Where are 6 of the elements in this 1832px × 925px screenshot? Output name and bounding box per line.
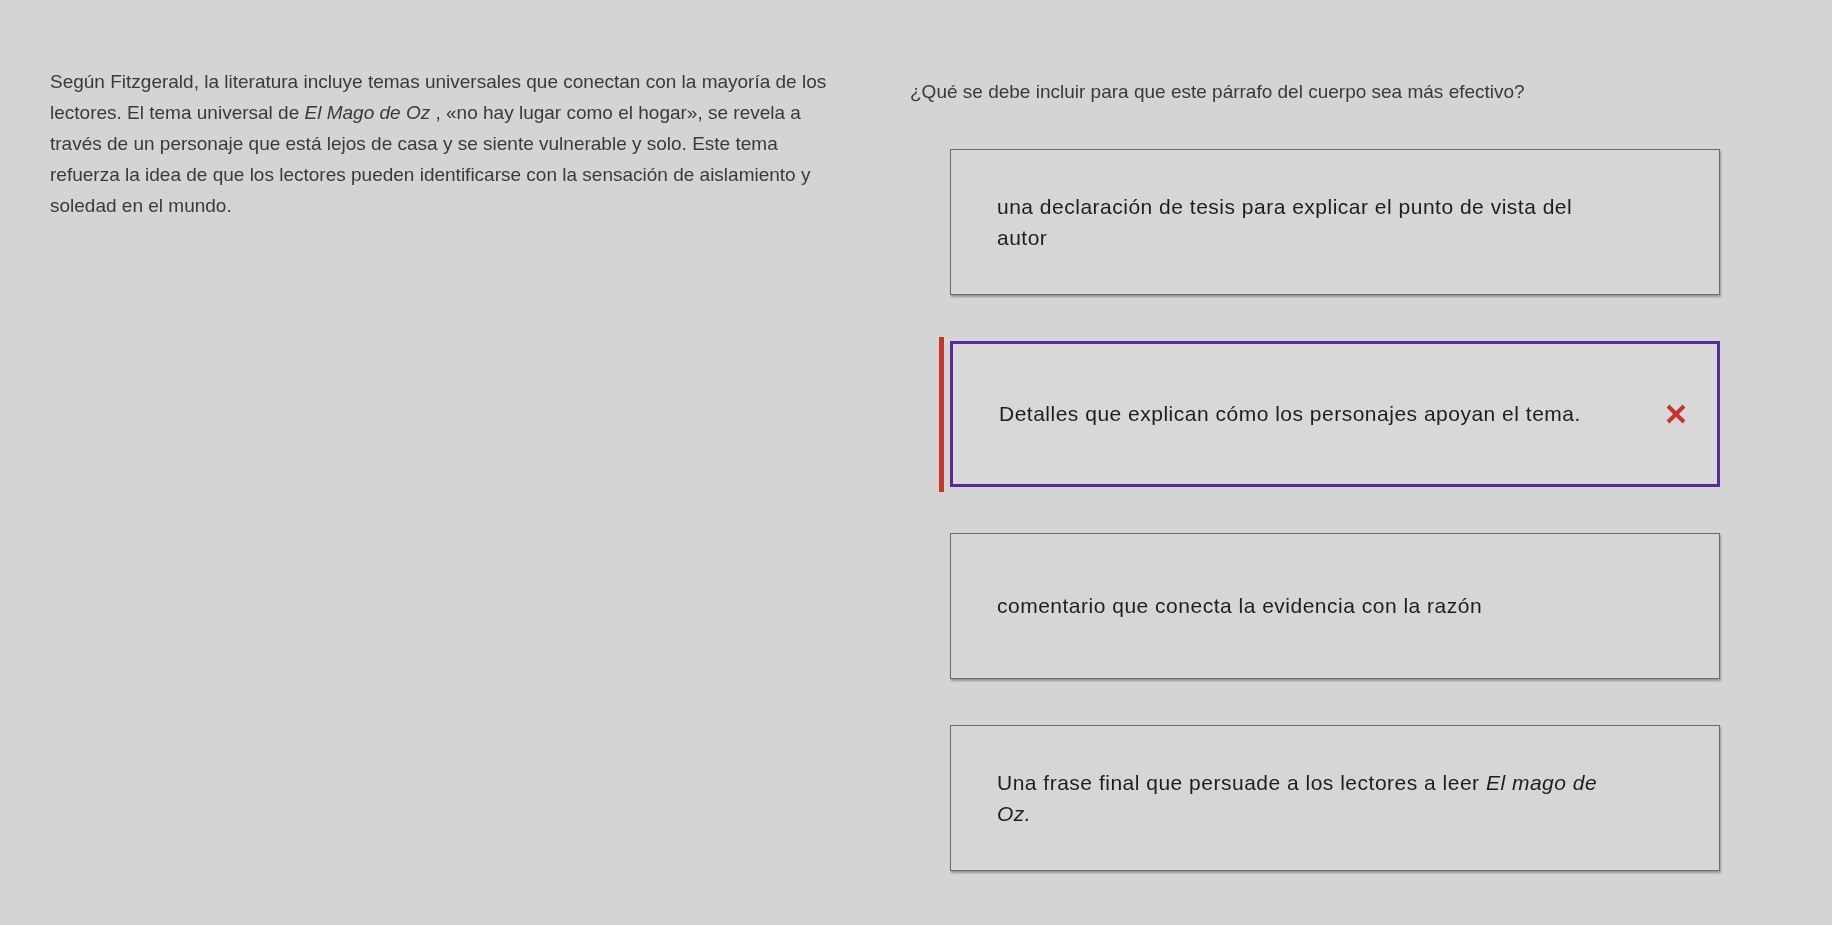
- answer-option[interactable]: una declaración de tesis para explicar el punto de vista del autor: [950, 148, 1720, 295]
- answer-option[interactable]: comentario que conecta la evidencia con la razón: [950, 532, 1720, 679]
- answer-option[interactable]: Una frase final que persuade a los lectores a leer El mago de Oz.: [950, 724, 1720, 871]
- question-text: ¿Qué se debe incluir para que este párrafo del cuerpo sea más efectivo?: [910, 80, 1526, 104]
- passage-paragraph: Según Fitzgerald, la literatura incluye temas universales que conectan con la mayoría de los lectores. El tema universal de El Mago de Oz , «no hay lugar como el hogar», se revela a través de un personaje que está lejos de casa y se siente vulnerable y solo. Este tema refuerza la idea de que los lectores pueden identificarse con la sensación de aislamiento y soledad en el mundo.: [50, 70, 828, 218]
- answer-option[interactable]: Detalles que explican cómo los personajes apoyan el tema.: [950, 340, 1720, 487]
